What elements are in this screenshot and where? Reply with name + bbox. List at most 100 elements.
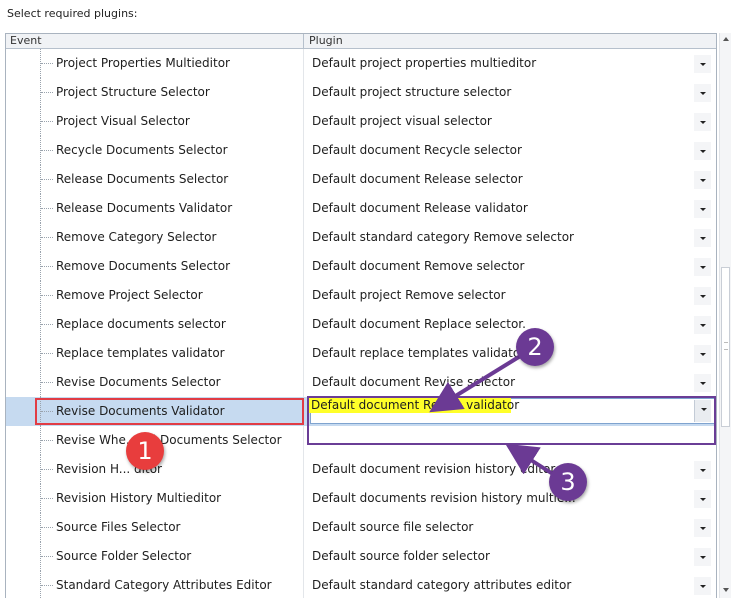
tree-branch — [41, 208, 53, 209]
plugin-label[interactable]: Default document Revise selector — [312, 368, 515, 397]
tree-branch — [41, 121, 53, 122]
plugin-label[interactable]: Default document Replace selector. — [312, 310, 526, 339]
table-row[interactable]: Project Visual Selector Default project v… — [6, 107, 716, 136]
dropdown-arrow-icon[interactable] — [694, 84, 711, 102]
instruction-label: Select required plugins: — [7, 7, 138, 20]
scroll-grip-icon — [724, 342, 728, 350]
plugin-label[interactable]: Default document Release validator — [312, 194, 528, 223]
dropdown-arrow-icon[interactable] — [694, 113, 711, 131]
callout-badge-2: 2 — [516, 328, 554, 366]
event-label: Revision History Multieditor — [56, 491, 222, 505]
table-row[interactable]: Standard Category Attributes Editor Defau… — [6, 571, 716, 598]
scroll-down-arrow-icon[interactable] — [723, 588, 729, 592]
dropdown-arrow-icon[interactable] — [694, 258, 711, 276]
table-row[interactable]: Source Folder Selector Default source fol… — [6, 542, 716, 571]
event-label: Release Documents Selector — [56, 172, 229, 186]
table-row[interactable]: Replace documents selector Default docume… — [6, 310, 716, 339]
table-row[interactable]: Release Documents Validator Default docum… — [6, 194, 716, 223]
plugin-label[interactable]: Default project Remove selector — [312, 281, 506, 310]
tree-branch — [41, 179, 53, 180]
event-cell[interactable]: Recycle Documents Selector — [6, 136, 304, 165]
plugin-label[interactable]: Default document Release selector — [312, 165, 523, 194]
dropdown-arrow-icon[interactable] — [694, 171, 711, 189]
tree-branch — [41, 324, 53, 325]
table-row[interactable]: Remove Documents Selector Default documen… — [6, 252, 716, 281]
tree-branch — [41, 150, 53, 151]
grid-header: Event Plugin — [6, 34, 716, 49]
plugin-label[interactable]: Default document Recycle selector — [312, 136, 522, 165]
event-cell[interactable]: Remove Documents Selector — [6, 252, 304, 281]
plugin-label[interactable]: Default document revision history editor — [312, 455, 555, 484]
event-label: Project Visual Selector — [56, 114, 190, 128]
event-cell[interactable]: Project Visual Selector — [6, 107, 304, 136]
event-label: Remove Category Selector — [56, 230, 217, 244]
dropdown-arrow-icon[interactable] — [694, 519, 711, 537]
dropdown-arrow-icon[interactable] — [694, 345, 711, 363]
tree-branch — [41, 556, 53, 557]
plugin-label[interactable]: Default standard category Remove selecto… — [312, 223, 574, 252]
plugin-label[interactable]: Default project visual selector — [312, 107, 492, 136]
scroll-up-arrow-icon[interactable] — [723, 37, 729, 41]
dropdown-arrow-icon[interactable] — [694, 490, 711, 508]
event-cell[interactable]: Revision History Multieditor — [6, 484, 304, 513]
column-header-event[interactable]: Event — [6, 34, 304, 48]
table-row[interactable]: Revise Documents Selector Default documen… — [6, 368, 716, 397]
callout-badge-3: 3 — [549, 463, 587, 501]
plugin-label[interactable]: Default project structure selector — [312, 78, 511, 107]
event-cell[interactable]: Revise Documents Selector — [6, 368, 304, 397]
event-label: Standard Category Attributes Editor — [56, 578, 272, 592]
event-cell[interactable]: Replace templates validator — [6, 339, 304, 368]
callout-badge-1: 1 — [126, 432, 164, 470]
vertical-scrollbar[interactable] — [719, 33, 731, 598]
plugin-label[interactable]: Default project properties multieditor — [312, 49, 536, 78]
event-label: Recycle Documents Selector — [56, 143, 228, 157]
event-cell[interactable]: Project Structure Selector — [6, 78, 304, 107]
event-cell[interactable]: Source Folder Selector — [6, 542, 304, 571]
tree-branch — [41, 469, 53, 470]
table-row[interactable]: Replace templates validator Default repla… — [6, 339, 716, 368]
event-cell[interactable]: Remove Category Selector — [6, 223, 304, 252]
dropdown-arrow-icon[interactable] — [694, 55, 711, 73]
table-row[interactable]: Remove Category Selector Default standard… — [6, 223, 716, 252]
event-cell[interactable]: Release Documents Validator — [6, 194, 304, 223]
table-row[interactable]: Recycle Documents Selector Default docume… — [6, 136, 716, 165]
dropdown-arrow-icon[interactable] — [694, 142, 711, 160]
dropdown-arrow-icon[interactable] — [694, 577, 711, 595]
table-row[interactable]: Project Properties Multieditor Default pr… — [6, 49, 716, 78]
scroll-thumb[interactable] — [721, 267, 730, 427]
table-row[interactable]: Remove Project Selector Default project R… — [6, 281, 716, 310]
plugin-label[interactable]: Default documents revision history multi… — [312, 484, 576, 513]
dropdown-arrow-icon[interactable] — [694, 287, 711, 305]
event-label: Release Documents Validator — [56, 201, 233, 215]
dropdown-arrow-icon[interactable] — [694, 200, 711, 218]
plugin-label[interactable]: Default source folder selector — [312, 542, 490, 571]
event-label: Revise Whe... ed Documents Selector — [56, 433, 282, 447]
plugins-grid: Event Plugin Project Properties Multiedi… — [5, 33, 717, 598]
tree-branch — [41, 585, 53, 586]
table-row[interactable]: Project Structure Selector Default projec… — [6, 78, 716, 107]
dropdown-arrow-icon[interactable] — [694, 374, 711, 392]
event-cell[interactable]: Release Documents Selector — [6, 165, 304, 194]
dropdown-arrow-icon[interactable] — [694, 461, 711, 479]
table-row[interactable]: Release Documents Selector Default docume… — [6, 165, 716, 194]
tree-branch — [41, 266, 53, 267]
column-header-plugin[interactable]: Plugin — [305, 34, 709, 48]
event-label: Replace templates validator — [56, 346, 225, 360]
dropdown-arrow-icon[interactable] — [694, 316, 711, 334]
plugin-label[interactable]: Default replace templates validator — [312, 339, 525, 368]
plugin-label[interactable]: Default standard category attributes edi… — [312, 571, 571, 598]
dropdown-arrow-icon[interactable] — [694, 548, 711, 566]
event-cell[interactable]: Remove Project Selector — [6, 281, 304, 310]
table-row[interactable]: Revision History Multieditor Default docu… — [6, 484, 716, 513]
tree-branch — [41, 353, 53, 354]
event-cell[interactable]: Standard Category Attributes Editor — [6, 571, 304, 598]
event-cell[interactable]: Source Files Selector — [6, 513, 304, 542]
plugin-label[interactable]: Default document Remove selector — [312, 252, 524, 281]
event-cell[interactable]: Replace documents selector — [6, 310, 304, 339]
event-cell[interactable]: Project Properties Multieditor — [6, 49, 304, 78]
event-label: Project Properties Multieditor — [56, 56, 230, 70]
table-row[interactable]: Revision H... ditor Default document revi… — [6, 455, 716, 484]
dropdown-arrow-icon[interactable] — [694, 229, 711, 247]
table-row[interactable]: Source Files Selector Default source file… — [6, 513, 716, 542]
plugin-label[interactable]: Default source file selector — [312, 513, 473, 542]
